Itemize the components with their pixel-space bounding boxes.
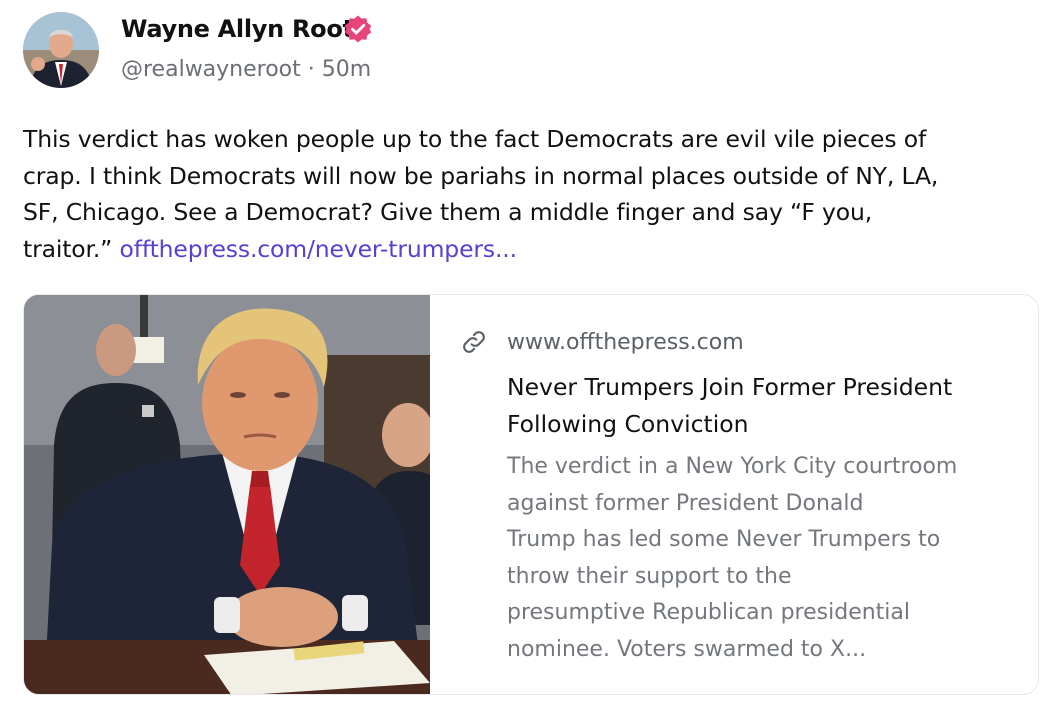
author-handle[interactable]: @realwayneroot (121, 57, 301, 82)
post-text-line: This verdict has woken people up to the … (23, 125, 927, 153)
post-text: This verdict has woken people up to the … (23, 121, 1033, 267)
link-preview-desc-line: nominee. Voters swarmed to X... (507, 636, 867, 662)
author-avatar[interactable] (23, 12, 99, 88)
post-text-line: SF, Chicago. See a Democrat? Give them a… (23, 198, 873, 226)
author-meta: @realwayneroot · 50m (121, 55, 371, 85)
link-preview-desc-line: throw their support to the (507, 563, 792, 589)
post-container: Wayne Allyn Root @realwayneroot · 50m Th… (0, 0, 1046, 722)
link-preview-desc-line: The verdict in a New York City courtroom (507, 454, 958, 479)
link-preview-title-line: Following Conviction (507, 409, 749, 438)
author-name[interactable]: Wayne Allyn Root (121, 12, 354, 46)
link-preview-card[interactable]: www.offthepress.com Never Trumpers Join … (23, 294, 1039, 695)
meta-separator: · (307, 57, 315, 82)
avatar-photo (23, 12, 99, 88)
link-preview-desc-line: Trump has led some Never Trumpers to (507, 527, 941, 552)
link-preview-image (24, 295, 430, 694)
link-preview-desc-line: presumptive Republican presidential (507, 600, 911, 625)
link-preview-title: Never Trumpers Join Former President Fol… (507, 369, 1027, 442)
link-preview-desc-line: against former President Donald (507, 490, 864, 516)
verified-badge-icon (344, 15, 372, 43)
courtroom-photo (24, 295, 430, 694)
post-inline-link[interactable]: offthepress.com/never-trumpers... (120, 235, 518, 263)
link-icon (463, 331, 485, 353)
link-preview-domain: www.offthepress.com (507, 330, 744, 355)
post-text-line: traitor.” (23, 234, 113, 263)
link-preview-title-line: Never Trumpers Join Former President (507, 373, 953, 401)
post-timestamp[interactable]: 50m (322, 57, 371, 82)
link-preview-description: The verdict in a New York City courtroom… (507, 449, 1017, 668)
post-text-line: crap. I think Democrats will now be pari… (23, 161, 939, 190)
